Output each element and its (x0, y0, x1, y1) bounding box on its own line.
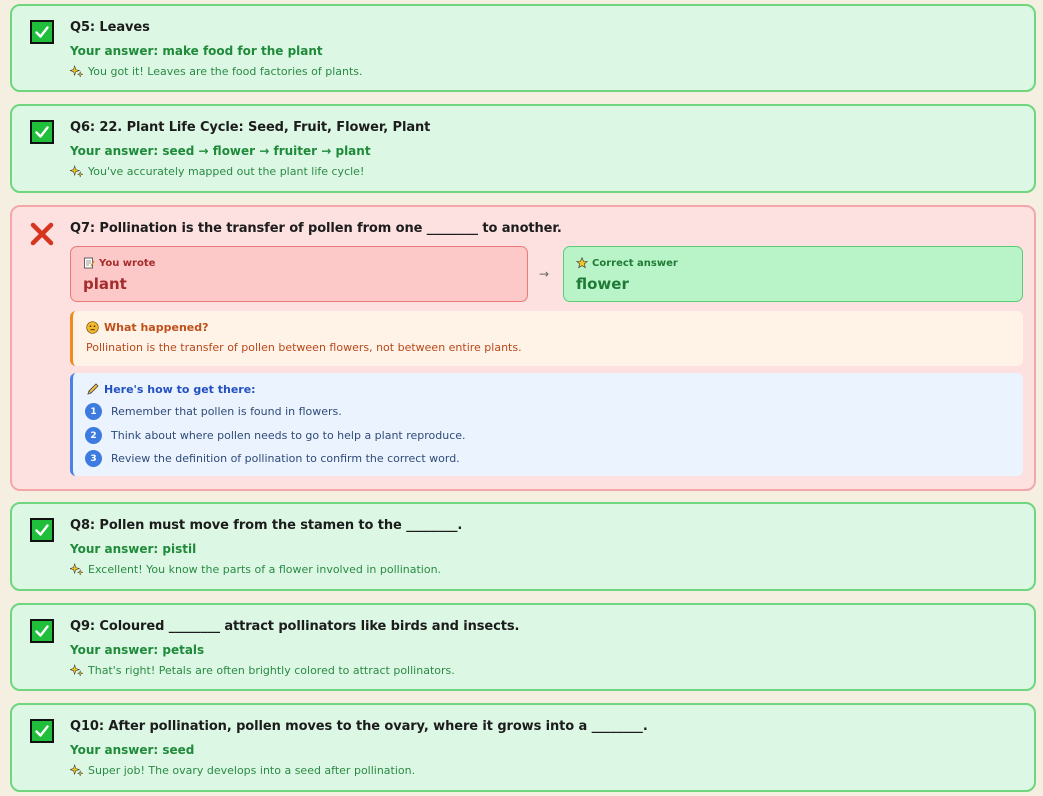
sparkle-icon (70, 664, 83, 677)
thinking-face-icon (86, 321, 99, 334)
what-happened-title: What happened? (86, 321, 208, 334)
star-icon (576, 257, 588, 269)
correct-answer-label: Correct answer (576, 257, 678, 269)
feedback-line: Super job! The ovary develops into a see… (70, 764, 415, 777)
step-text: Review the definition of pollination to … (111, 452, 460, 465)
check-icon (30, 120, 54, 144)
x-icon (30, 222, 54, 246)
question-title: Q5: Leaves (70, 20, 150, 35)
feedback-text: You've accurately mapped out the plant l… (88, 165, 365, 178)
sparkle-icon (70, 563, 83, 576)
you-wrote-box: You wrote plant (70, 246, 528, 302)
step-item: 1 Remember that pollen is found in flowe… (85, 403, 342, 420)
question-title: Q10: After pollination, pollen moves to … (70, 719, 648, 734)
question-card-q6: Q6: 22. Plant Life Cycle: Seed, Fruit, F… (10, 104, 1036, 193)
check-icon (30, 20, 54, 44)
question-card-q8: Q8: Pollen must move from the stamen to … (10, 502, 1036, 591)
what-happened-panel: What happened? Pollination is the transf… (70, 311, 1023, 366)
question-title: Q6: 22. Plant Life Cycle: Seed, Fruit, F… (70, 120, 431, 135)
step-item: 2 Think about where pollen needs to go t… (85, 427, 466, 444)
step-item: 3 Review the definition of pollination t… (85, 450, 460, 467)
user-answer: Your answer: petals (70, 643, 205, 657)
sparkle-icon (70, 65, 83, 78)
step-number: 3 (85, 450, 102, 467)
feedback-line: That's right! Petals are often brightly … (70, 664, 455, 677)
feedback-text: Super job! The ovary develops into a see… (88, 764, 416, 777)
step-text: Think about where pollen needs to go to … (111, 429, 466, 442)
feedback-text: That's right! Petals are often brightly … (88, 664, 455, 677)
how-to-title: Here's how to get there: (86, 383, 256, 396)
question-card-q5: Q5: Leaves Your answer: make food for th… (10, 4, 1036, 92)
step-number: 1 (85, 403, 102, 420)
correct-answer-value: flower (576, 275, 629, 293)
pencil-icon (87, 383, 99, 395)
question-title: Q9: Coloured ________ attract pollinator… (70, 619, 520, 634)
user-answer: Your answer: seed → flower → fruiter → p… (70, 144, 371, 158)
step-text: Remember that pollen is found in flowers… (111, 405, 342, 418)
feedback-text: Excellent! You know the parts of a flowe… (88, 563, 442, 576)
step-number: 2 (85, 427, 102, 444)
you-wrote-label: You wrote (83, 257, 155, 269)
question-card-q9: Q9: Coloured ________ attract pollinator… (10, 603, 1036, 691)
check-icon (30, 719, 54, 743)
memo-icon (84, 257, 95, 269)
how-to-panel: Here's how to get there: 1 Remember that… (70, 373, 1023, 476)
user-answer: Your answer: pistil (70, 542, 197, 556)
sparkle-icon (70, 764, 83, 777)
question-title: Q8: Pollen must move from the stamen to … (70, 518, 463, 533)
user-answer: Your answer: seed (70, 743, 195, 757)
correct-answer-box: Correct answer flower (563, 246, 1023, 302)
feedback-line: You got it! Leaves are the food factorie… (70, 65, 363, 78)
question-card-q10: Q10: After pollination, pollen moves to … (10, 703, 1036, 792)
feedback-text: You got it! Leaves are the food factorie… (88, 65, 363, 78)
you-wrote-value: plant (83, 275, 127, 293)
feedback-line: Excellent! You know the parts of a flowe… (70, 563, 441, 576)
what-happened-text: Pollination is the transfer of pollen be… (86, 341, 522, 354)
user-answer: Your answer: make food for the plant (70, 44, 323, 58)
check-icon (30, 518, 54, 542)
question-card-q7: Q7: Pollination is the transfer of polle… (10, 205, 1036, 491)
check-icon (30, 619, 54, 643)
sparkle-icon (70, 165, 83, 178)
question-title: Q7: Pollination is the transfer of polle… (70, 221, 562, 236)
feedback-line: You've accurately mapped out the plant l… (70, 165, 364, 178)
arrow-separator: → (539, 267, 550, 281)
